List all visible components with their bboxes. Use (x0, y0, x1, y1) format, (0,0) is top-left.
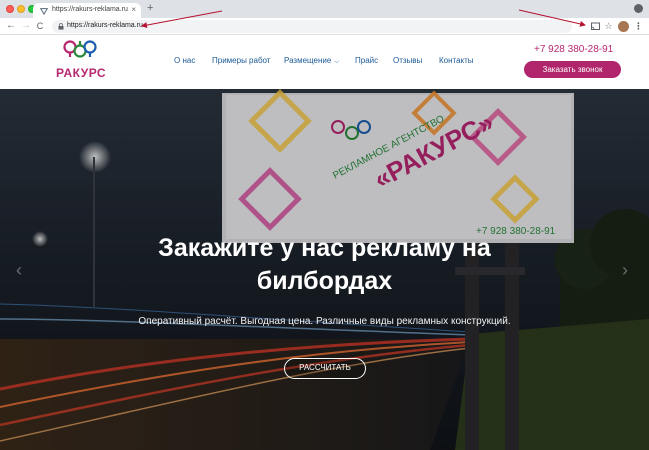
nav-item-portfolio[interactable]: Примеры работ (212, 56, 270, 65)
url-text[interactable]: https://rakurs-reklama.ru (67, 22, 143, 29)
favicon-icon (40, 8, 48, 15)
site-header: РАКУРС О нас Примеры работ Размещение ⌵ П… (0, 35, 649, 89)
slider-prev-icon[interactable]: ‹ (16, 260, 22, 281)
star-icon[interactable]: ☆ (603, 21, 614, 32)
nav-item-placement-label: Размещение (284, 56, 332, 65)
browser-toolbar: ← → C https://rakurs-reklama.ru ☆ ⋮ (0, 18, 649, 35)
header-phone[interactable]: +7 928 380-28-91 (534, 44, 613, 55)
hero-title: Закажите у нас рекламу на билбордах (158, 234, 491, 295)
nav-item-about[interactable]: О нас (174, 56, 195, 65)
calculate-button[interactable]: РАССЧИТАТЬ (284, 358, 366, 379)
forward-button[interactable]: → (20, 20, 32, 31)
nav-item-contacts[interactable]: Контакты (439, 56, 474, 65)
lock-icon[interactable] (58, 23, 64, 30)
tab-title: https://rakurs-reklama.ru (52, 6, 128, 13)
avatar[interactable] (618, 21, 629, 32)
request-call-button[interactable]: Заказать звонок (524, 61, 621, 78)
tab-close-icon[interactable]: × (131, 5, 136, 14)
slider-next-icon[interactable]: › (622, 260, 628, 281)
hero-slider: РЕКЛАМНОЕ АГЕНТСТВО «РАКУРС» +7 928 380-… (0, 89, 649, 450)
cast-icon[interactable] (590, 21, 601, 32)
logo-text: РАКУРС (56, 66, 107, 80)
reload-button[interactable]: C (34, 21, 46, 31)
browser-tab[interactable]: https://rakurs-reklama.ru × (33, 3, 141, 18)
nav-item-placement[interactable]: Размещение ⌵ (284, 56, 339, 66)
nav-item-reviews[interactable]: Отзывы (393, 56, 422, 65)
back-button[interactable]: ← (5, 20, 17, 31)
browser-tabstrip: https://rakurs-reklama.ru × + (0, 0, 649, 18)
site-logo[interactable]: РАКУРС (56, 39, 106, 85)
new-tab-button[interactable]: + (147, 2, 153, 14)
nav-item-price[interactable]: Прайс (355, 56, 378, 65)
menu-icon[interactable]: ⋮ (633, 21, 644, 32)
logo-mark-icon (63, 40, 97, 58)
chevron-down-icon: ⌵ (334, 59, 339, 65)
profile-dot-icon[interactable] (634, 4, 643, 13)
close-window-button[interactable] (6, 5, 14, 13)
hero-subtitle: Оперативный расчёт. Выгодная цена. Разли… (138, 316, 511, 327)
minimize-window-button[interactable] (17, 5, 25, 13)
address-bar[interactable]: https://rakurs-reklama.ru (52, 20, 572, 33)
